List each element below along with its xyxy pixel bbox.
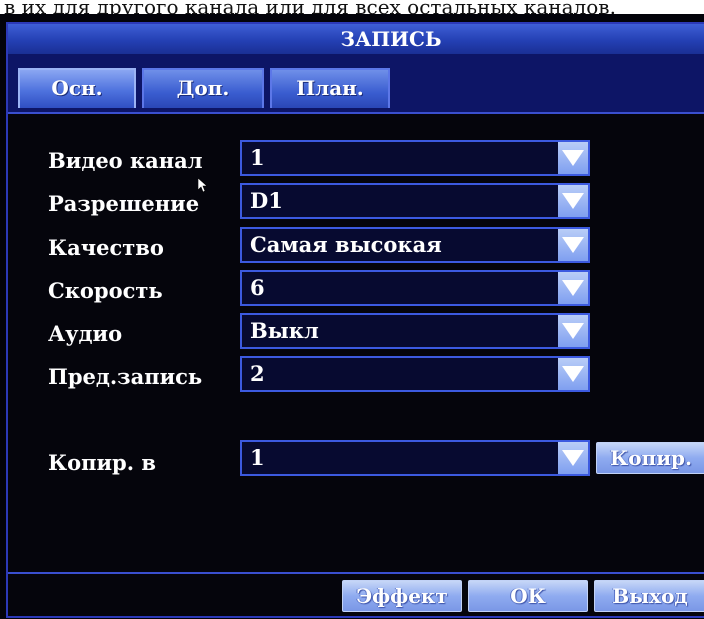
speed-value: 6 <box>250 275 265 300</box>
footer-divider <box>8 572 704 574</box>
exit-button[interactable]: Выход <box>594 580 704 612</box>
effect-button[interactable]: Эффект <box>342 580 462 612</box>
speed-label: Скорость <box>48 278 163 303</box>
copy-to-label: Копир. в <box>48 450 156 475</box>
video-channel-select[interactable]: 1 <box>240 140 590 176</box>
quality-label: Качество <box>48 235 164 260</box>
chevron-down-icon[interactable] <box>558 142 588 174</box>
chevron-down-icon[interactable] <box>558 229 588 261</box>
video-channel-label: Видео канал <box>48 148 203 173</box>
prerecord-label: Пред.запись <box>48 364 203 389</box>
tab-advanced[interactable]: Доп. <box>142 68 264 108</box>
quality-select[interactable]: Самая высокая <box>240 227 590 263</box>
chevron-down-icon[interactable] <box>558 315 588 347</box>
prerecord-select[interactable]: 2 <box>240 356 590 392</box>
resolution-value: D1 <box>250 188 283 213</box>
window-title: ЗАПИСЬ <box>8 24 704 54</box>
audio-select[interactable]: Выкл <box>240 313 590 349</box>
mouse-pointer-icon <box>197 177 208 197</box>
chevron-down-icon[interactable] <box>558 358 588 390</box>
tab-schedule[interactable]: План. <box>270 68 390 108</box>
record-settings-window: ЗАПИСЬ Осн. Доп. План. Видео канал 1 Раз… <box>6 22 704 618</box>
copy-to-value: 1 <box>250 445 265 470</box>
copy-button[interactable]: Копир. <box>596 442 704 474</box>
ok-button[interactable]: ОК <box>468 580 588 612</box>
copy-to-select[interactable]: 1 <box>240 440 590 476</box>
resolution-label: Разрешение <box>48 191 200 216</box>
video-channel-value: 1 <box>250 145 265 170</box>
prerecord-value: 2 <box>250 361 265 386</box>
quality-value: Самая высокая <box>250 232 442 257</box>
audio-label: Аудио <box>48 321 123 346</box>
chevron-down-icon[interactable] <box>558 442 588 474</box>
tab-bar: Осн. Доп. План. <box>8 54 704 114</box>
speed-select[interactable]: 6 <box>240 270 590 306</box>
resolution-select[interactable]: D1 <box>240 183 590 219</box>
audio-value: Выкл <box>250 318 319 343</box>
dvr-screen: ЗАПИСЬ Осн. Доп. План. Видео канал 1 Раз… <box>0 14 704 619</box>
chevron-down-icon[interactable] <box>558 185 588 217</box>
chevron-down-icon[interactable] <box>558 272 588 304</box>
tab-main[interactable]: Осн. <box>18 68 136 108</box>
